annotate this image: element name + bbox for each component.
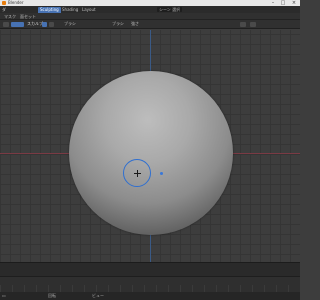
mode-label: スカルプ	[27, 21, 43, 26]
options-icon[interactable]	[250, 21, 256, 27]
secondary-menubar: マスク 面セット	[0, 13, 300, 20]
brush-dot	[160, 172, 163, 175]
menu-face-sets[interactable]: 面セット	[20, 13, 36, 20]
scene-selector[interactable]: シーン 選択	[157, 7, 183, 12]
3d-viewport[interactable]	[0, 30, 300, 262]
blender-logo-icon	[2, 1, 6, 5]
mode-selector-button[interactable]	[11, 21, 24, 27]
menu-item[interactable]: ダ	[2, 6, 6, 13]
status-rotate: 回転	[48, 293, 56, 298]
timeline[interactable]	[0, 276, 300, 293]
brush-menu-2[interactable]: ブラシ	[112, 21, 124, 27]
editor-type-icon[interactable]	[3, 21, 9, 27]
brush-settings-icon[interactable]	[49, 21, 54, 27]
symmetry-icon[interactable]	[240, 21, 246, 27]
crosshair-icon	[134, 170, 141, 177]
brush-menu[interactable]: ブラシ	[64, 21, 76, 27]
main-menubar: ダ Sculpting Shading Layout シーン 選択	[0, 6, 300, 13]
viewport-status-area	[0, 262, 300, 276]
mouse-left-icon: ▭	[2, 293, 6, 298]
menu-mask[interactable]: マスク	[4, 13, 16, 20]
tool-header: スカルプ ブラシ ブラシ 強さ	[0, 20, 300, 29]
strength-label[interactable]: 強さ	[131, 21, 139, 27]
status-bar: ▭ 回転 ビュー	[0, 292, 300, 300]
sculpt-sphere[interactable]	[69, 71, 233, 235]
status-view: ビュー	[92, 293, 104, 298]
brush-icon[interactable]	[42, 21, 47, 27]
